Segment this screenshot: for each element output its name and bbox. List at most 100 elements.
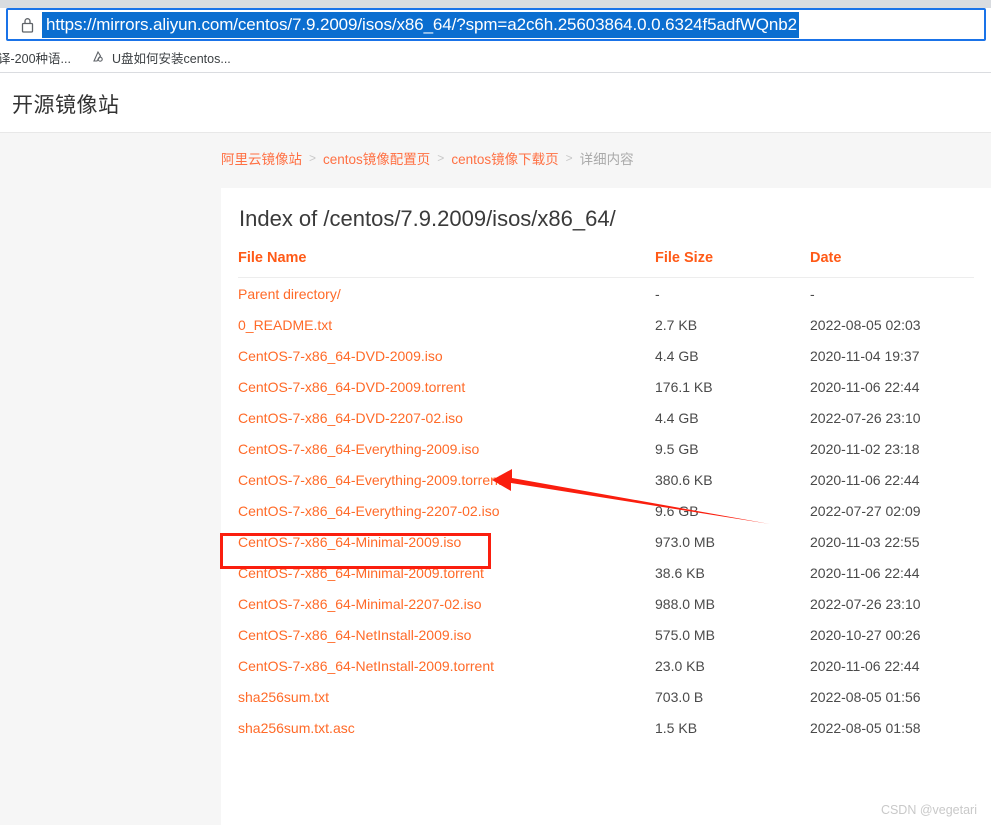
file-date-cell: 2020-11-03 22:55 xyxy=(810,533,920,550)
table-header-row: File Name File Size Date xyxy=(238,250,974,278)
tab-strip xyxy=(0,0,991,8)
content-card: Index of /centos/7.9.2009/isos/x86_64/ F… xyxy=(221,188,991,825)
file-name-cell: CentOS-7-x86_64-Everything-2009.torrent xyxy=(238,464,655,495)
file-link[interactable]: Parent directory/ xyxy=(238,286,341,302)
file-size-cell: 4.4 GB xyxy=(655,347,699,364)
file-size-cell: - xyxy=(655,285,660,302)
page-title: Index of /centos/7.9.2009/isos/x86_64/ xyxy=(239,206,616,231)
file-link[interactable]: CentOS-7-x86_64-Minimal-2207-02.iso xyxy=(238,596,482,612)
lock-icon[interactable] xyxy=(12,10,42,39)
bookmarks-bar: 译-200种语... U盘如何安装centos... xyxy=(0,42,991,73)
table-row: CentOS-7-x86_64-Minimal-2009.iso 973.0 MB… xyxy=(238,526,974,557)
file-link[interactable]: sha256sum.txt xyxy=(238,689,329,705)
table-row: sha256sum.txt 703.0 B 2022-08-05 01:56 xyxy=(238,681,974,712)
breadcrumb-link[interactable]: 阿里云镜像站 xyxy=(221,148,302,168)
file-name-cell: CentOS-7-x86_64-DVD-2009.torrent xyxy=(238,371,655,402)
file-date-cell: 2022-07-27 02:09 xyxy=(810,502,921,519)
file-link[interactable]: CentOS-7-x86_64-Everything-2207-02.iso xyxy=(238,503,499,519)
file-name-cell: sha256sum.txt xyxy=(238,681,655,712)
file-link[interactable]: CentOS-7-x86_64-NetInstall-2009.torrent xyxy=(238,658,494,674)
table-row: CentOS-7-x86_64-Minimal-2009.torrent 38.6… xyxy=(238,557,974,588)
breadcrumb: 阿里云镜像站 > centos镜像配置页 > centos镜像下载页 > 详细内容 xyxy=(221,148,634,168)
file-name-cell: CentOS-7-x86_64-DVD-2207-02.iso xyxy=(238,402,655,433)
file-date-cell: 2020-11-06 22:44 xyxy=(810,378,920,395)
file-date-cell: 2020-11-06 22:44 xyxy=(810,564,920,581)
table-row: 0_README.txt 2.7 KB 2022-08-05 02:03 xyxy=(238,309,974,340)
file-link[interactable]: CentOS-7-x86_64-Everything-2009.torrent xyxy=(238,472,502,488)
column-header-file-size[interactable]: File Size xyxy=(655,250,810,278)
breadcrumb-band: 阿里云镜像站 > centos镜像配置页 > centos镜像下载页 > 详细内容 xyxy=(0,133,991,188)
web-page: 开源镜像站 阿里云镜像站 > centos镜像配置页 > centos镜像下载页 > 详细内… xyxy=(0,73,991,825)
file-date-cell: 2022-08-05 02:03 xyxy=(810,316,921,333)
table-row: CentOS-7-x86_64-Minimal-2207-02.iso 988.0… xyxy=(238,588,974,619)
breadcrumb-separator: > xyxy=(437,151,445,165)
bookmark-label: 译-200种语... xyxy=(0,51,71,66)
table-row: CentOS-7-x86_64-NetInstall-2009.torrent 2… xyxy=(238,650,974,681)
file-date-cell: 2020-11-06 22:44 xyxy=(810,471,920,488)
file-date-cell: 2020-10-27 00:26 xyxy=(810,626,921,643)
page-favicon-icon xyxy=(90,49,106,65)
table-row: CentOS-7-x86_64-Everything-2207-02.iso 9.… xyxy=(238,495,974,526)
file-name-cell: CentOS-7-x86_64-Minimal-2207-02.iso xyxy=(238,588,655,619)
table-row: CentOS-7-x86_64-DVD-2009.torrent 176.1 KB… xyxy=(238,371,974,402)
column-header-date[interactable]: Date xyxy=(810,250,974,278)
omnibox-row: https://mirrors.aliyun.com/centos/7.9.20… xyxy=(0,8,991,42)
table-row: CentOS-7-x86_64-Everything-2009.torrent 3… xyxy=(238,464,974,495)
file-link[interactable]: 0_README.txt xyxy=(238,317,332,333)
file-date-cell: 2020-11-06 22:44 xyxy=(810,657,920,674)
file-size-cell: 703.0 B xyxy=(655,688,704,705)
file-link[interactable]: CentOS-7-x86_64-Minimal-2009.iso xyxy=(238,534,461,550)
file-size-cell: 380.6 KB xyxy=(655,471,713,488)
file-name-cell: CentOS-7-x86_64-Everything-2207-02.iso xyxy=(238,495,655,526)
file-date-cell: 2022-08-05 01:56 xyxy=(810,688,921,705)
table-header: File Name File Size Date xyxy=(238,250,974,278)
file-date-cell: 2022-07-26 23:10 xyxy=(810,595,921,612)
file-link[interactable]: CentOS-7-x86_64-DVD-2009.torrent xyxy=(238,379,465,395)
file-name-cell: CentOS-7-x86_64-NetInstall-2009.torrent xyxy=(238,650,655,681)
file-date-cell: 2022-08-05 01:58 xyxy=(810,719,921,736)
file-link[interactable]: CentOS-7-x86_64-DVD-2207-02.iso xyxy=(238,410,463,426)
file-size-cell: 973.0 MB xyxy=(655,533,715,550)
file-size-cell: 2.7 KB xyxy=(655,316,698,333)
bookmark-item-centos-guide[interactable]: U盘如何安装centos... xyxy=(90,48,231,67)
file-size-cell: 1.5 KB xyxy=(655,719,698,736)
column-header-file-name[interactable]: File Name xyxy=(238,250,655,278)
file-name-cell: 0_README.txt xyxy=(238,309,655,340)
file-size-cell: 38.6 KB xyxy=(655,564,705,581)
file-name-cell: Parent directory/ xyxy=(238,278,655,310)
table-row: CentOS-7-x86_64-Everything-2009.iso 9.5 G… xyxy=(238,433,974,464)
file-size-cell: 575.0 MB xyxy=(655,626,715,643)
breadcrumb-current: 详细内容 xyxy=(579,152,634,167)
table-row: Parent directory/ - - xyxy=(238,278,974,310)
bookmark-label: U盘如何安装centos... xyxy=(112,51,231,66)
table-row: CentOS-7-x86_64-NetInstall-2009.iso 575.0… xyxy=(238,619,974,650)
file-link[interactable]: CentOS-7-x86_64-NetInstall-2009.iso xyxy=(238,627,471,643)
file-link[interactable]: CentOS-7-x86_64-Everything-2009.iso xyxy=(238,441,479,457)
file-size-cell: 4.4 GB xyxy=(655,409,699,426)
file-index-table: File Name File Size Date Parent director… xyxy=(238,250,974,743)
file-date-cell: 2020-11-04 19:37 xyxy=(810,347,920,364)
file-size-cell: 176.1 KB xyxy=(655,378,713,395)
file-name-cell: CentOS-7-x86_64-Everything-2009.iso xyxy=(238,433,655,464)
file-name-cell: CentOS-7-x86_64-NetInstall-2009.iso xyxy=(238,619,655,650)
site-title: 开源镜像站 xyxy=(12,94,120,117)
file-link[interactable]: CentOS-7-x86_64-Minimal-2009.torrent xyxy=(238,565,484,581)
file-size-cell: 9.5 GB xyxy=(655,440,699,457)
browser-chrome: https://mirrors.aliyun.com/centos/7.9.20… xyxy=(0,0,991,73)
file-name-cell: sha256sum.txt.asc xyxy=(238,712,655,743)
file-size-cell: 9.6 GB xyxy=(655,502,699,519)
file-name-cell: CentOS-7-x86_64-DVD-2009.iso xyxy=(238,340,655,371)
site-header: 开源镜像站 xyxy=(0,73,991,133)
address-bar[interactable]: https://mirrors.aliyun.com/centos/7.9.20… xyxy=(6,8,986,41)
address-bar-url[interactable]: https://mirrors.aliyun.com/centos/7.9.20… xyxy=(42,11,799,38)
breadcrumb-link[interactable]: centos镜像配置页 xyxy=(323,148,430,168)
breadcrumb-link[interactable]: centos镜像下载页 xyxy=(451,148,558,168)
table-row: CentOS-7-x86_64-DVD-2207-02.iso 4.4 GB 202… xyxy=(238,402,974,433)
file-name-cell: CentOS-7-x86_64-Minimal-2009.torrent xyxy=(238,557,655,588)
file-link[interactable]: sha256sum.txt.asc xyxy=(238,720,355,736)
breadcrumb-separator: > xyxy=(309,151,317,165)
bookmark-item-translate[interactable]: 译-200种语... xyxy=(0,48,71,67)
file-date-cell: 2022-07-26 23:10 xyxy=(810,409,921,426)
file-link[interactable]: CentOS-7-x86_64-DVD-2009.iso xyxy=(238,348,443,364)
table-row: sha256sum.txt.asc 1.5 KB 2022-08-05 01:58 xyxy=(238,712,974,743)
